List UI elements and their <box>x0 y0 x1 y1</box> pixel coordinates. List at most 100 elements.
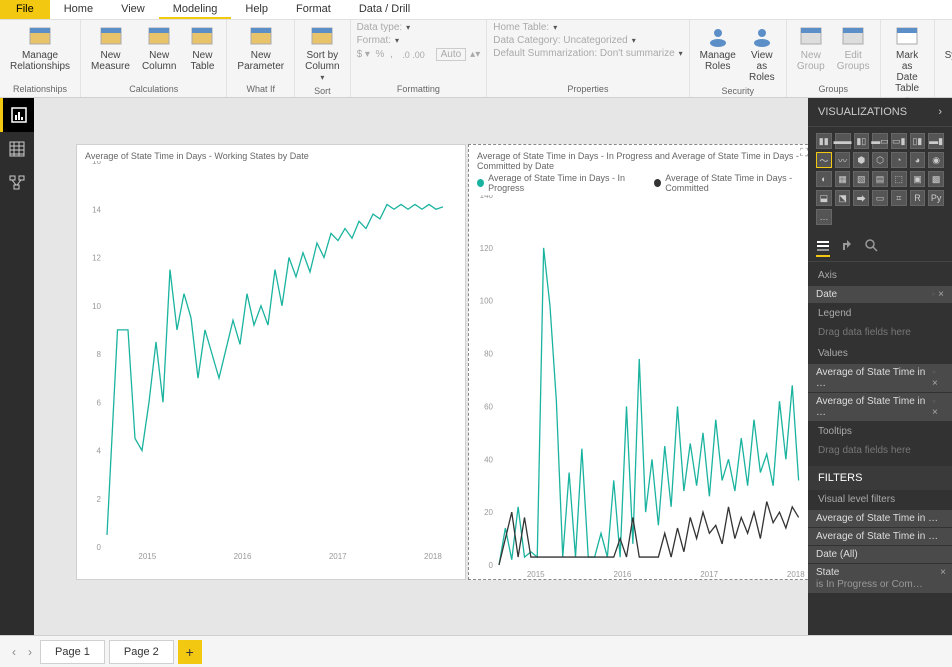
viz-type-10[interactable]: ⬡ <box>872 152 888 168</box>
viz-type-25[interactable]: ⌗ <box>891 190 907 206</box>
tooltips-drop[interactable]: Drag data fields here <box>808 441 952 460</box>
viz-type-23[interactable]: ⮕ <box>853 190 869 206</box>
new-table-icon <box>188 24 216 48</box>
axis-pill[interactable]: Date▾ × <box>808 286 952 303</box>
viz-type-11[interactable]: ◔ <box>891 152 907 168</box>
filters-header[interactable]: FILTERS <box>808 466 952 490</box>
menu-home[interactable]: Home <box>50 0 107 19</box>
view-data-tab[interactable] <box>0 132 34 166</box>
menu-help[interactable]: Help <box>231 0 282 19</box>
remove-icon[interactable]: × <box>932 378 938 389</box>
new-measure[interactable]: NewMeasure <box>87 22 134 74</box>
chart-title: Average of State Time in Days - Working … <box>77 145 465 161</box>
viz-type-4[interactable]: ▭▮ <box>891 133 907 149</box>
data-type-dropdown[interactable]: Data type: ▾ <box>357 22 481 33</box>
filter-item[interactable]: Stateis In Progress or Com…× <box>808 564 952 593</box>
home-table-dropdown[interactable]: Home Table: ▾ <box>493 22 682 33</box>
svg-text:8: 8 <box>97 350 102 359</box>
new-table[interactable]: NewTable <box>184 22 220 74</box>
date-table[interactable]: Mark asDate Table▾ <box>887 22 928 107</box>
viz-type-26[interactable]: R <box>910 190 926 206</box>
viz-type-17[interactable]: ▤ <box>872 171 888 187</box>
svg-text:20: 20 <box>484 508 493 517</box>
format-tab[interactable] <box>840 238 854 257</box>
filter-item[interactable]: Average of State Time in … <box>808 528 952 545</box>
svg-text:100: 100 <box>480 297 494 306</box>
report-canvas[interactable]: Average of State Time in Days - Working … <box>34 98 808 635</box>
values-pill[interactable]: Average of State Time in …▾ × <box>808 364 952 392</box>
viz-type-15[interactable]: ▦ <box>835 171 851 187</box>
viz-type-0[interactable]: ▮▮ <box>816 133 832 149</box>
default-summarization-dropdown[interactable]: Default Summarization: Don't summarize ▾ <box>493 48 682 59</box>
menu-format[interactable]: Format <box>282 0 345 19</box>
viz-type-28[interactable]: … <box>816 209 832 225</box>
sort-by[interactable]: Sort byColumn▾ <box>301 22 343 85</box>
remove-icon[interactable]: × <box>932 407 938 418</box>
visual-1[interactable]: ⛶⋯Average of State Time in Days - In Pro… <box>468 144 808 580</box>
page-tab[interactable]: Page 1 <box>40 640 105 664</box>
new-column[interactable]: NewColumn <box>138 22 180 74</box>
svg-text:16: 16 <box>92 161 101 166</box>
viz-type-5[interactable]: ▯▮ <box>910 133 926 149</box>
viz-type-12[interactable]: ◕ <box>910 152 926 168</box>
viz-type-3[interactable]: ▬▭ <box>872 133 888 149</box>
viz-type-6[interactable]: ▬▮ <box>928 133 944 149</box>
svg-text:60: 60 <box>484 402 493 411</box>
filter-item[interactable]: Date (All) <box>808 546 952 563</box>
manage-roles[interactable]: ManageRoles <box>696 22 740 74</box>
focus-mode-icon[interactable]: ⛶ <box>800 147 808 160</box>
view-report-tab[interactable] <box>0 98 34 132</box>
format-controls[interactable]: $ ▾ % , .0 .00 Auto ▴▾ <box>357 48 481 61</box>
new-param[interactable]: NewParameter <box>233 22 288 74</box>
synonyms[interactable]: Synonyms <box>941 22 952 63</box>
view-model-tab[interactable] <box>0 166 34 200</box>
viz-type-16[interactable]: ▧ <box>853 171 869 187</box>
viz-type-19[interactable]: ▣ <box>910 171 926 187</box>
add-page-button[interactable]: + <box>178 640 202 664</box>
svg-text:2016: 2016 <box>614 570 632 579</box>
viz-type-21[interactable]: ⬓ <box>816 190 832 206</box>
legend-drop[interactable]: Drag data fields here <box>808 323 952 342</box>
page-prev[interactable]: ‹ <box>8 645 20 659</box>
page-next[interactable]: › <box>24 645 36 659</box>
viz-type-13[interactable]: ◉ <box>928 152 944 168</box>
viz-type-1[interactable]: ▬▬ <box>835 133 851 149</box>
filter-item[interactable]: Average of State Time in … <box>808 510 952 527</box>
analytics-tab[interactable] <box>864 238 878 257</box>
values-pill[interactable]: Average of State Time in …▾ × <box>808 393 952 421</box>
svg-text:2017: 2017 <box>329 552 347 561</box>
viz-type-20[interactable]: ▩ <box>928 171 944 187</box>
svg-text:0: 0 <box>489 561 494 570</box>
svg-text:14: 14 <box>92 205 101 214</box>
remove-icon[interactable]: × <box>938 289 944 300</box>
edit-groups[interactable]: EditGroups <box>833 22 874 74</box>
viz-type-7[interactable]: 〜 <box>816 152 832 168</box>
viz-type-8[interactable]: 〰 <box>835 152 851 168</box>
svg-text:4: 4 <box>97 447 102 456</box>
page-tab[interactable]: Page 2 <box>109 640 174 664</box>
manage-rel[interactable]: ManageRelationships <box>6 22 74 74</box>
chart-title: Average of State Time in Days - In Progr… <box>469 145 808 171</box>
visual-0[interactable]: Average of State Time in Days - Working … <box>76 144 466 580</box>
menu-file[interactable]: File <box>0 0 50 19</box>
menu-datadrill[interactable]: Data / Drill <box>345 0 424 19</box>
new-group[interactable]: NewGroup <box>793 22 829 74</box>
format-dropdown[interactable]: Format: ▾ <box>357 35 481 46</box>
new-measure-icon <box>97 24 125 48</box>
visualizations-header[interactable]: VISUALIZATIONS› <box>808 98 952 127</box>
viz-type-24[interactable]: ▭ <box>872 190 888 206</box>
menu-modeling[interactable]: Modeling <box>159 0 232 19</box>
remove-icon[interactable]: × <box>940 567 946 578</box>
fields-tab[interactable] <box>816 238 830 257</box>
data-category-dropdown[interactable]: Data Category: Uncategorized ▾ <box>493 35 682 46</box>
viz-type-2[interactable]: ▮▯ <box>854 133 870 149</box>
view-as[interactable]: View asRoles <box>744 22 780 85</box>
viz-type-22[interactable]: ⬔ <box>835 190 851 206</box>
viz-type-27[interactable]: Py <box>928 190 944 206</box>
svg-text:2018: 2018 <box>787 570 805 579</box>
viz-type-14[interactable]: ◐ <box>816 171 832 187</box>
viz-type-18[interactable]: ⬚ <box>891 171 907 187</box>
menu-view[interactable]: View <box>107 0 159 19</box>
svg-text:140: 140 <box>480 195 494 200</box>
viz-type-9[interactable]: ⬢ <box>853 152 869 168</box>
